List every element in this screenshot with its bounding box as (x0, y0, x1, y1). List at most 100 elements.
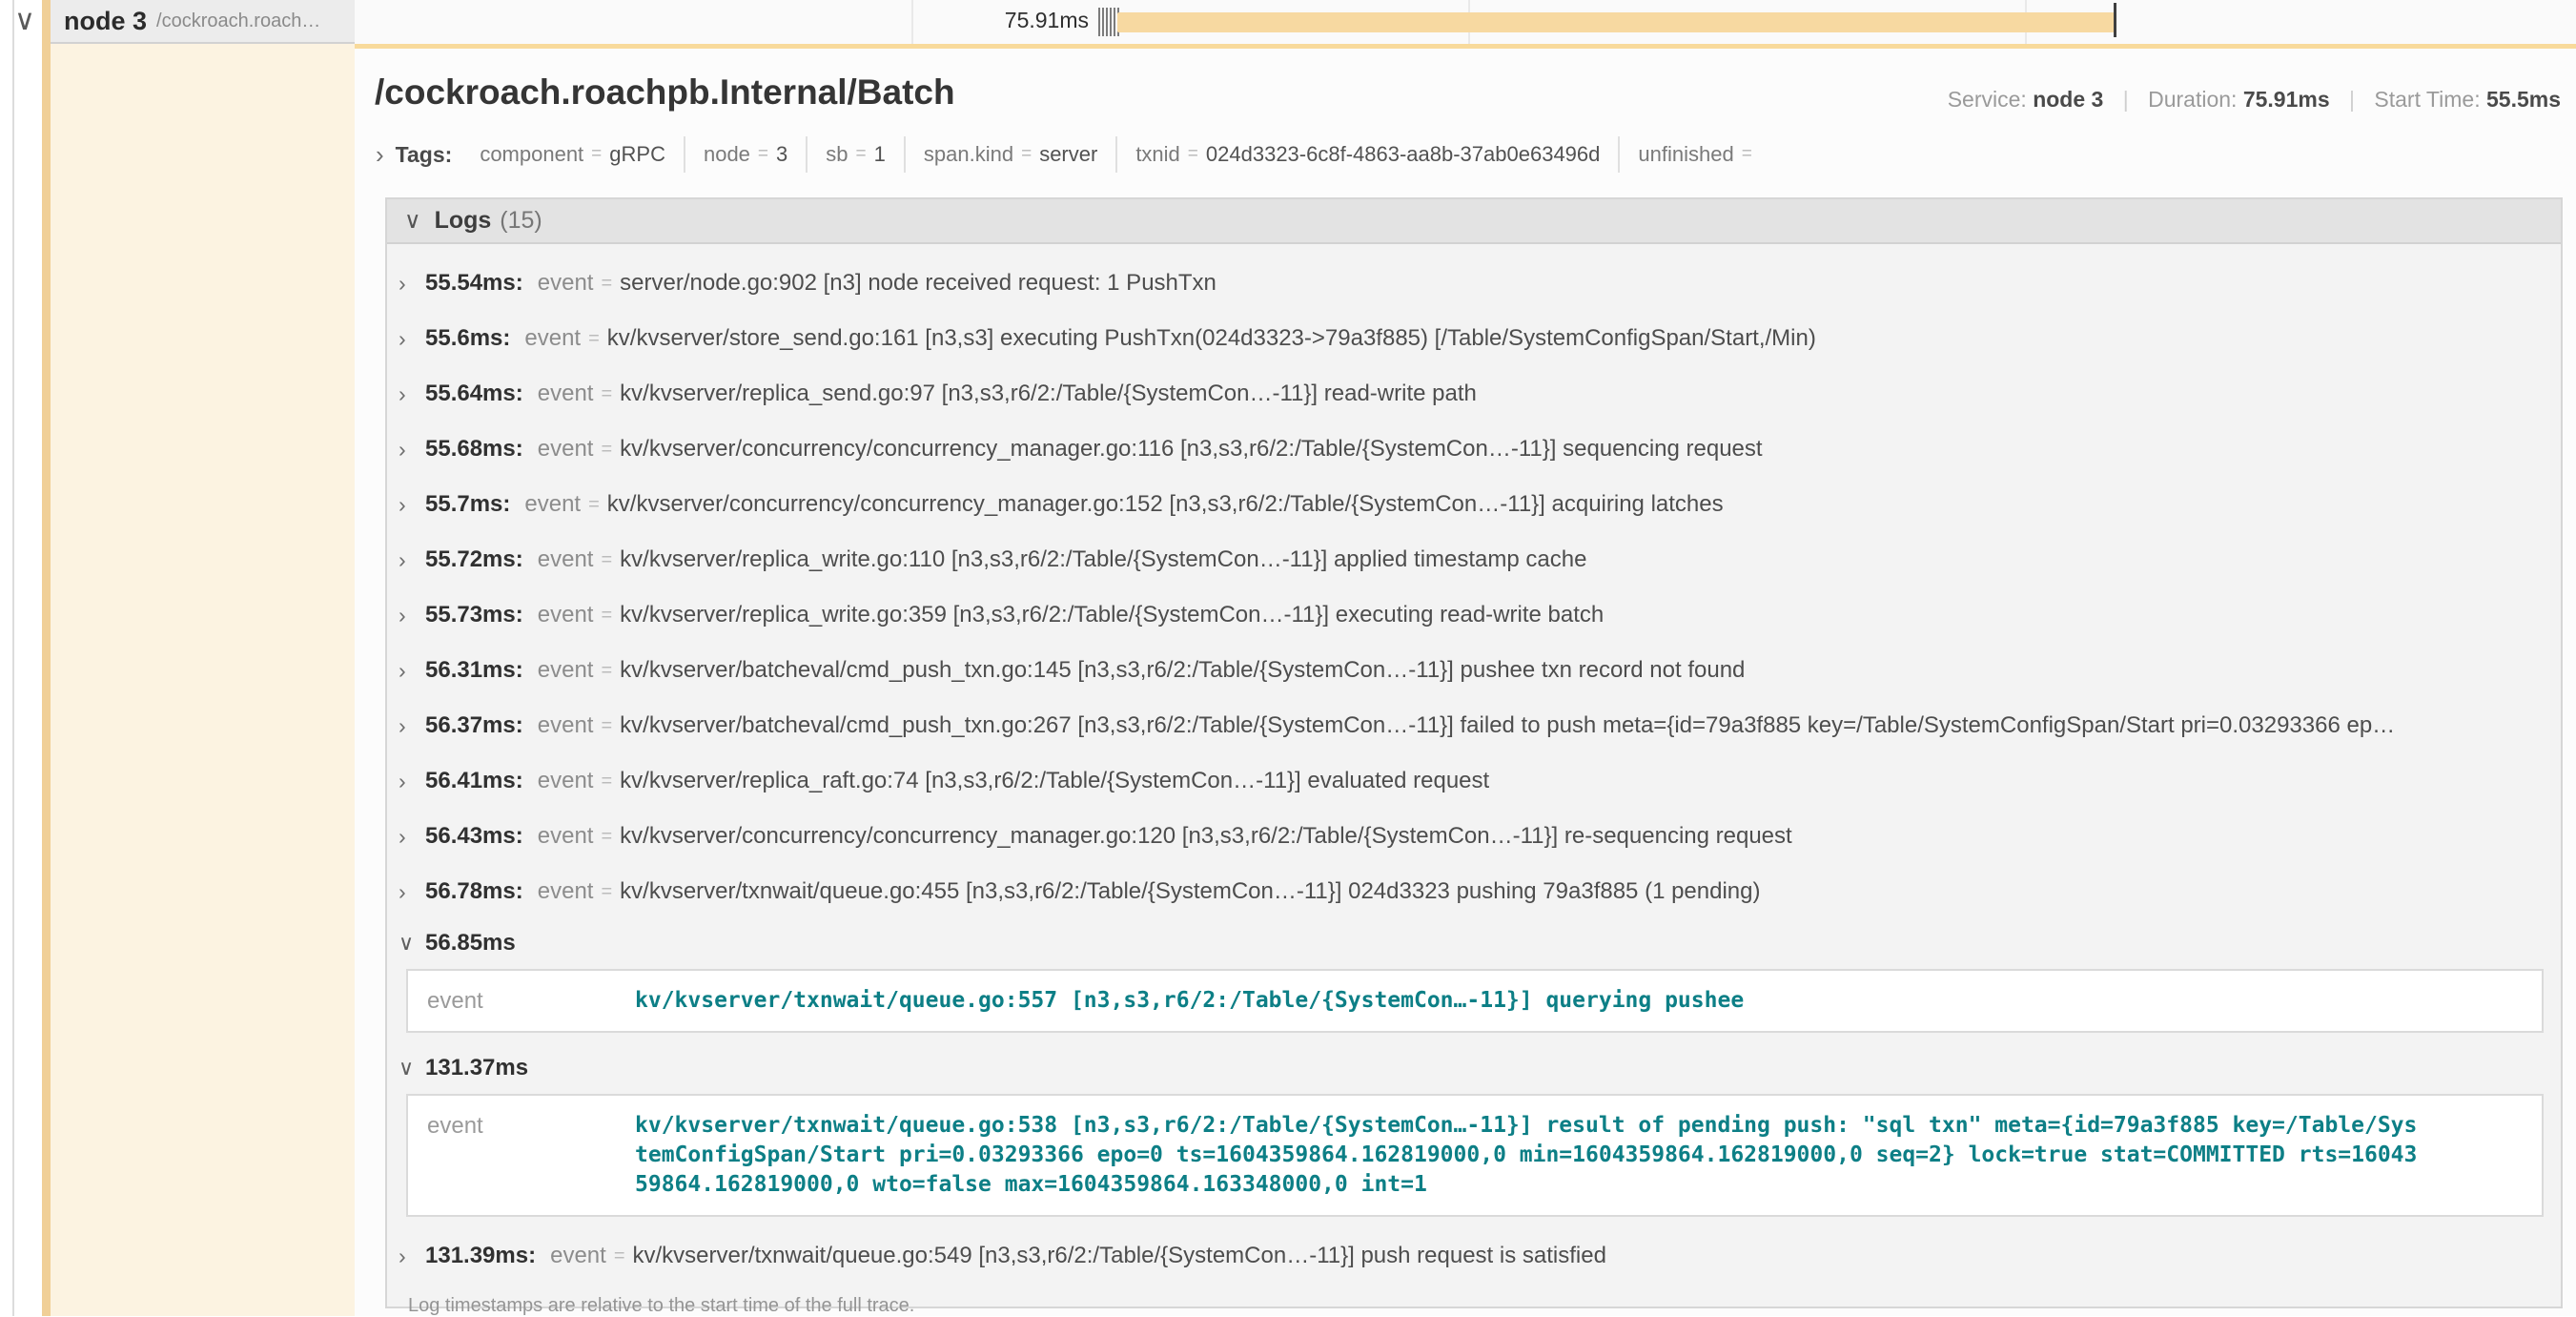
start-time-label: Start Time: (2374, 87, 2480, 112)
log-entry-detail-box: eventkv/kvserver/txnwait/queue.go:538 [n… (406, 1094, 2544, 1217)
tag-pill[interactable]: unfinished= (1618, 136, 1777, 173)
tag-pill[interactable]: component = gRPC (461, 136, 684, 173)
log-entry-row[interactable]: ›55.54ms:event=server/node.go:902 [n3] n… (399, 256, 2551, 311)
log-timestamp: 55.6ms: (425, 325, 510, 352)
log-tick-marker (1102, 8, 1104, 36)
tag-pill[interactable]: txnid=024d3323-6c8f-4863-aa8b-37ab0e6349… (1115, 136, 1618, 173)
log-field-value: kv/kvserver/txnwait/queue.go:549 [n3,s3,… (633, 1243, 2552, 1269)
tag-equals: = (591, 144, 602, 165)
logs-accordion-toggle[interactable]: ∨ Logs (15) (387, 199, 2561, 244)
log-equals: = (588, 328, 600, 350)
tag-pill[interactable]: node=3 (684, 136, 806, 173)
tag-pill[interactable]: sb = 1 (806, 136, 904, 173)
tags-accordion-toggle[interactable]: › Tags: component=gRPCnode=3sb=1span.kin… (376, 136, 1778, 173)
log-field-key: event (524, 325, 581, 352)
span-duration-bar[interactable] (1117, 12, 2115, 32)
log-entry-row[interactable]: ›56.41ms:event=kv/kvserver/replica_raft.… (399, 753, 2551, 809)
log-tick-marker (1098, 8, 1100, 36)
log-field-key: event (538, 436, 594, 463)
log-field-value: kv/kvserver/concurrency/concurrency_mana… (607, 491, 2551, 518)
log-tick-marker (1106, 8, 1108, 36)
log-equals: = (601, 605, 612, 627)
log-equals: = (601, 826, 612, 848)
log-timestamp: 55.64ms: (425, 381, 523, 407)
log-timestamp: 131.39ms: (425, 1243, 536, 1269)
log-field-key: event (538, 712, 594, 739)
logs-accordion: ∨ Logs (15) ›55.54ms:event=server/node.g… (385, 197, 2563, 1308)
log-timestamp: 55.73ms: (425, 602, 523, 628)
log-timestamp: 56.41ms: (425, 768, 523, 794)
collapse-trace-chevron-icon[interactable]: ∨ (14, 4, 35, 37)
log-equals: = (614, 1245, 625, 1267)
log-field-value: kv/kvserver/batcheval/cmd_push_txn.go:26… (620, 712, 2551, 739)
tag-value: 024d3323-6c8f-4863-aa8b-37ab0e63496d (1206, 142, 1600, 167)
logs-title: Logs (435, 207, 492, 235)
tag-equals: = (856, 144, 867, 165)
log-entry-row[interactable]: ›56.37ms: event = kv/kvserver/batcheval/cmd… (399, 698, 2551, 753)
logs-list: ›55.54ms:event=server/node.go:902 [n3] n… (387, 244, 2561, 1317)
span-duration-label: 75.91ms (898, 8, 1089, 33)
log-field-value: kv/kvserver/replica_write.go:110 [n3,s3,… (620, 546, 2551, 573)
trace-detail-page: { "icons": { "chevron_down": "∨", "chevr… (0, 0, 2576, 1316)
log-field-value: kv/kvserver/txnwait/queue.go:455 [n3,s3,… (620, 878, 2551, 905)
log-detail-value: kv/kvserver/txnwait/queue.go:538 [n3,s3,… (635, 1111, 2521, 1200)
chevron-right-icon: › (399, 271, 425, 297)
log-entry-row[interactable]: ›55.6ms:event=kv/kvserver/store_send.go:… (399, 311, 2551, 366)
span-name-cell[interactable]: node 3 /cockroach.roach… (51, 0, 355, 44)
tag-key: sb (826, 142, 848, 167)
chevron-right-icon: › (399, 326, 425, 352)
log-equals: = (601, 549, 612, 571)
tag-value: gRPC (609, 142, 665, 167)
tag-equals: = (1021, 144, 1032, 165)
log-field-key: event (538, 546, 594, 573)
log-entry-expanded-toggle[interactable]: ∨56.85ms (399, 919, 2551, 967)
tag-key: node (704, 142, 750, 167)
log-timestamp: 56.37ms: (425, 712, 523, 739)
log-entry-row[interactable]: ›55.73ms:event=kv/kvserver/replica_write… (399, 587, 2551, 643)
log-entry-row[interactable]: ›131.39ms: event = kv/kvserver/txnwait/queu… (399, 1228, 2551, 1284)
log-field-value: kv/kvserver/replica_write.go:359 [n3,s3,… (620, 602, 2551, 628)
tag-pill[interactable]: span.kind=server (904, 136, 1115, 173)
chevron-right-icon: › (399, 824, 425, 850)
span-service-name: node 3 (64, 7, 147, 36)
timeline-row: 75.91ms (355, 0, 2576, 44)
tag-value: 1 (874, 142, 886, 167)
span-overview: Service: node 3 | Duration: 75.91ms | St… (1948, 87, 2561, 113)
log-timestamp: 55.7ms: (425, 491, 510, 518)
log-timestamp: 55.72ms: (425, 546, 523, 573)
log-entry-expanded-toggle[interactable]: ∨131.37ms (399, 1044, 2551, 1092)
chevron-right-icon: › (399, 713, 425, 739)
log-entry-row[interactable]: ›56.78ms:event=kv/kvserver/txnwait/queue… (399, 864, 2551, 919)
log-entry-row[interactable]: ›55.72ms: event = kv/kvserver/replica_write… (399, 532, 2551, 587)
log-entry-row[interactable]: ›56.43ms:event=kv/kvserver/concurrency/c… (399, 809, 2551, 864)
tag-value: server (1039, 142, 1097, 167)
log-equals: = (588, 494, 600, 516)
log-field-key: event (524, 491, 581, 518)
log-field-key: event (538, 878, 594, 905)
column-resizer-divider[interactable] (12, 0, 14, 1316)
log-timestamp: 55.54ms: (425, 270, 523, 297)
log-entry-row[interactable]: ›56.31ms:event=kv/kvserver/batcheval/cmd… (399, 643, 2551, 698)
logs-count: (15) (500, 207, 542, 235)
chevron-right-icon: › (399, 658, 425, 684)
log-equals: = (601, 273, 612, 295)
log-equals: = (601, 715, 612, 737)
log-tick-marker (1114, 8, 1115, 36)
chevron-right-icon: › (399, 547, 425, 573)
log-equals: = (601, 881, 612, 903)
log-entry-row[interactable]: ›55.68ms:event=kv/kvserver/concurrency/c… (399, 422, 2551, 477)
log-field-value: server/node.go:902 [n3] node received re… (620, 270, 2551, 297)
log-field-key: event (550, 1243, 606, 1269)
log-tick-marker (1110, 8, 1112, 36)
tags-label: Tags: (396, 142, 453, 168)
log-timestamp: 55.68ms: (425, 436, 523, 463)
chevron-right-icon: › (376, 142, 384, 167)
log-field-value: kv/kvserver/replica_raft.go:74 [n3,s3,r6… (620, 768, 2551, 794)
chevron-down-icon: ∨ (404, 210, 421, 233)
chevron-right-icon: › (399, 1244, 425, 1269)
log-entry-row[interactable]: ›55.64ms:event=kv/kvserver/replica_send.… (399, 366, 2551, 422)
log-field-value: kv/kvserver/concurrency/concurrency_mana… (620, 823, 2551, 850)
duration-value: 75.91ms (2243, 87, 2330, 112)
tag-key: component (480, 142, 583, 167)
log-entry-row[interactable]: ›55.7ms:event=kv/kvserver/concurrency/co… (399, 477, 2551, 532)
